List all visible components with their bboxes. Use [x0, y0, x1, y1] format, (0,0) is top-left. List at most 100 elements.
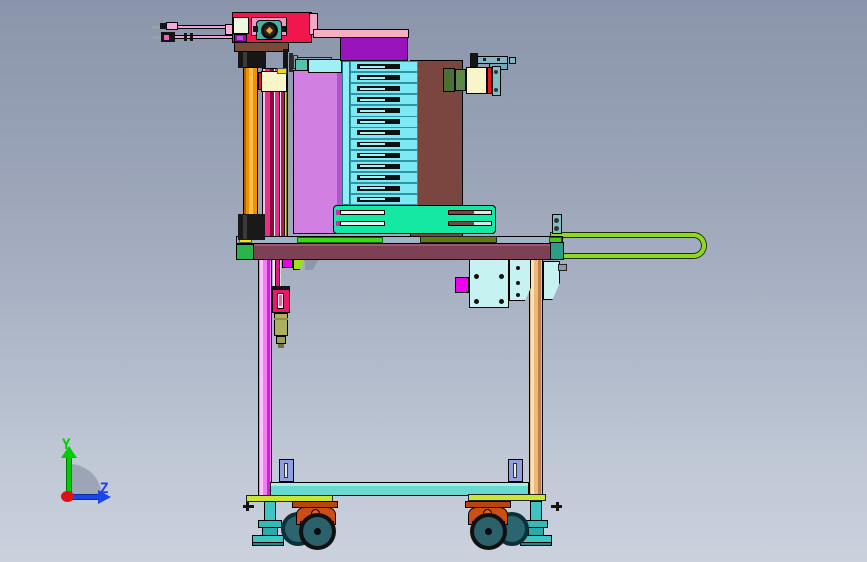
mount-plate-b-screw3	[516, 293, 520, 297]
belt-tensioner-screw	[554, 218, 559, 223]
feeder-arm	[308, 59, 342, 73]
mount-plate-b-screw2	[516, 281, 520, 285]
axis-sector	[69, 464, 102, 497]
deck-olive	[420, 236, 497, 243]
tray-slot-highlight	[360, 198, 385, 201]
caster-wheel-hub	[314, 528, 321, 535]
leveling-foot-left-edge	[252, 542, 284, 546]
tray-slot-highlight	[360, 131, 385, 134]
mount-plate-a-screw2	[499, 274, 504, 279]
gripper-mount-screw2	[494, 88, 498, 92]
belt-tensioner	[552, 214, 562, 234]
leveler-bolt-right-stem	[556, 502, 559, 511]
axis-label-y: Y	[62, 437, 71, 453]
tray-slot-highlight	[360, 120, 385, 123]
table-end-block-left	[236, 244, 254, 260]
tray-slot-highlight	[360, 187, 385, 190]
mount-plate-a-screw3	[474, 299, 479, 304]
fixture-slot-d-end	[474, 222, 491, 225]
mount-nub	[558, 264, 567, 271]
belt-tensioner-screw2	[554, 226, 559, 231]
fixture-slot-b	[340, 221, 385, 226]
axis-origin-dot	[61, 491, 74, 502]
leveler-bolt-left-stem	[246, 502, 249, 511]
sensor-box	[455, 277, 469, 293]
right-leg-highlight	[531, 260, 534, 494]
air-cylinder-band	[274, 318, 288, 320]
tabletop-highlight	[237, 244, 562, 246]
cad-scene	[0, 0, 867, 562]
ballscrew-bottom-cap-highlight	[243, 215, 247, 239]
beam-bracket-left-slot	[284, 463, 288, 478]
lower-beam-highlight	[271, 483, 528, 486]
magazine-left-rail	[342, 61, 350, 205]
tray-slot-highlight	[360, 165, 385, 168]
probe-rod-upper-nub	[160, 23, 166, 29]
feeder-teal-block	[295, 59, 308, 71]
gripper-body	[466, 67, 487, 94]
carriage-red-strip	[258, 72, 262, 90]
base-plate-right	[468, 494, 546, 501]
table-end-block-right	[550, 242, 564, 260]
cylinder-rod	[279, 295, 282, 306]
ballscrew	[243, 67, 258, 215]
eject-wedge	[293, 259, 305, 270]
left-leg-highlight	[260, 241, 263, 497]
gripper-pad	[455, 69, 466, 91]
head-cream-panel	[233, 17, 249, 34]
right-leg-shadow	[538, 260, 541, 494]
fixture-pin2	[336, 221, 340, 226]
eject-block	[282, 259, 293, 268]
beam-bracket-right-slot	[513, 463, 517, 478]
gripper-pad-dark	[443, 68, 455, 92]
clamp-bar-a	[283, 49, 288, 70]
tray-slot-highlight	[360, 98, 385, 101]
motor-ear-right	[281, 26, 286, 32]
belt-loop	[551, 233, 706, 258]
leveling-foot-right-stem	[530, 501, 542, 521]
probe-rod-lower-tick	[184, 33, 187, 41]
leveling-foot-left-stem	[264, 501, 276, 521]
fixture-slot-c-end	[474, 211, 491, 214]
air-cylinder-tip	[278, 344, 284, 348]
mount-plate-b-screw1	[516, 266, 520, 270]
fixture-pin	[336, 210, 340, 215]
spindle-plate	[234, 42, 289, 52]
tray-slot-highlight	[360, 176, 385, 179]
probe-rod-lower-pin	[153, 36, 161, 39]
carriage-block	[261, 71, 287, 92]
axis-z-shaft	[71, 494, 100, 500]
probe-rod-upper-connector	[166, 22, 178, 30]
magazine-top-plate	[340, 37, 408, 61]
tray-slot-highlight	[360, 87, 385, 90]
gripper-rail-end	[509, 57, 516, 64]
gripper-rail-dot	[483, 58, 486, 61]
left-leg-shadow	[267, 241, 270, 497]
motor-ear-left	[253, 26, 258, 32]
head-left-cap	[225, 24, 233, 35]
tray-slot-highlight	[360, 65, 385, 68]
caster-wheel2-hub	[485, 528, 492, 535]
carriage-yellow-clip	[277, 68, 287, 74]
head-purple-clamp-inner	[237, 36, 243, 40]
axis-label-z: Z	[100, 481, 109, 497]
tray-slot-highlight	[360, 76, 385, 79]
air-cylinder-cap	[276, 336, 286, 344]
tray-slot-highlight	[360, 154, 385, 157]
mount-plate-a-screw4	[499, 299, 504, 304]
gripper-rail-dot2	[497, 58, 500, 61]
fixture-slot-a	[340, 210, 385, 215]
probe-rod-lower-connector-dot	[164, 35, 169, 40]
carriage-rails	[262, 68, 288, 237]
eject-wedge-gray	[305, 259, 319, 270]
mount-plate-b	[509, 259, 531, 301]
spindle-top-cap-highlight	[243, 52, 247, 68]
tray-slot-highlight	[360, 143, 385, 146]
mount-plate-a-screw1	[474, 274, 479, 279]
gripper-mount-screw	[494, 70, 498, 74]
leveling-foot-right-edge	[520, 542, 552, 546]
air-cylinder	[274, 313, 288, 336]
probe-rod-lower-tick2	[190, 33, 193, 41]
cad-viewport[interactable]: Y Z	[0, 0, 867, 562]
tray-slot-highlight	[360, 109, 385, 112]
